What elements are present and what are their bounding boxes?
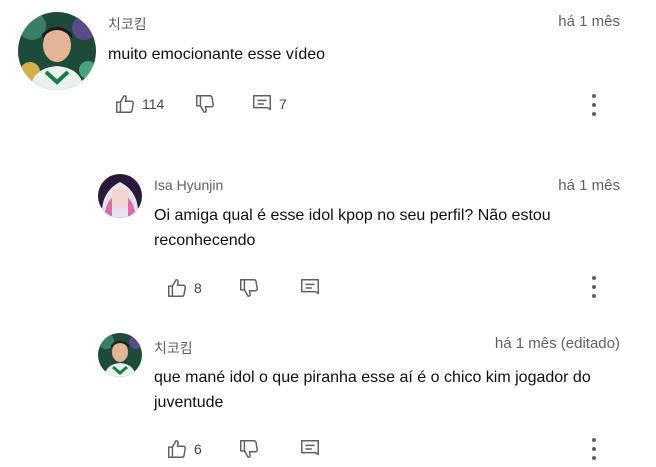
comment-icon xyxy=(299,438,321,460)
comment-text: muito emocionante esse vídeo xyxy=(108,46,326,63)
avatar[interactable] xyxy=(98,333,142,377)
replies-button[interactable]: 7 xyxy=(251,92,287,116)
avatar[interactable] xyxy=(98,174,142,218)
more-options-button[interactable] xyxy=(584,92,604,120)
more-options-button[interactable] xyxy=(584,436,604,464)
comment-timestamp: há 1 mês xyxy=(558,177,620,194)
like-button[interactable]: 114 xyxy=(114,92,164,116)
comment-timestamp: há 1 mês xyxy=(558,13,620,30)
thumbs-up-icon xyxy=(114,93,136,115)
comment-text: que mané idol o que piranha esse aí é o … xyxy=(154,369,591,411)
comment: 치코킴 há 1 mês muito emocionante esse víde… xyxy=(0,0,656,130)
comment-actions: 6 xyxy=(166,437,346,461)
reply-button[interactable] xyxy=(299,276,321,300)
like-count: 114 xyxy=(142,96,165,112)
thumbs-down-icon xyxy=(238,277,260,299)
comment-timestamp: há 1 mês (editado) xyxy=(494,335,620,352)
avatar[interactable] xyxy=(18,12,96,90)
comment-author[interactable]: Isa Hyunjin xyxy=(154,177,223,193)
dislike-button[interactable] xyxy=(238,276,260,300)
reply-comment: 치코킴 há 1 mês (editado) que mané idol o q… xyxy=(0,320,656,467)
comment-icon xyxy=(251,93,273,115)
thumbs-up-icon xyxy=(166,277,188,299)
reply-comment: Isa Hyunjin há 1 mês Oi amiga qual é ess… xyxy=(0,160,656,310)
dislike-button[interactable] xyxy=(194,92,216,116)
like-count: 6 xyxy=(194,441,202,457)
like-count: 8 xyxy=(194,280,202,296)
like-button[interactable]: 8 xyxy=(166,276,202,300)
comment-actions: 114 7 xyxy=(114,92,314,116)
comment-author[interactable]: 치코킴 xyxy=(154,338,193,358)
more-options-button[interactable] xyxy=(584,274,604,302)
comment-text: Oi amiga qual é esse idol kpop no seu pe… xyxy=(154,207,551,249)
thumbs-up-icon xyxy=(166,438,188,460)
thumbs-down-icon xyxy=(238,438,260,460)
comment-actions: 8 xyxy=(166,276,346,300)
reply-button[interactable] xyxy=(299,437,321,461)
comment-author[interactable]: 치코킴 xyxy=(108,14,147,34)
reply-count: 7 xyxy=(279,96,287,112)
dislike-button[interactable] xyxy=(238,437,260,461)
like-button[interactable]: 6 xyxy=(166,437,202,461)
thumbs-down-icon xyxy=(194,93,216,115)
comment-icon xyxy=(299,277,321,299)
